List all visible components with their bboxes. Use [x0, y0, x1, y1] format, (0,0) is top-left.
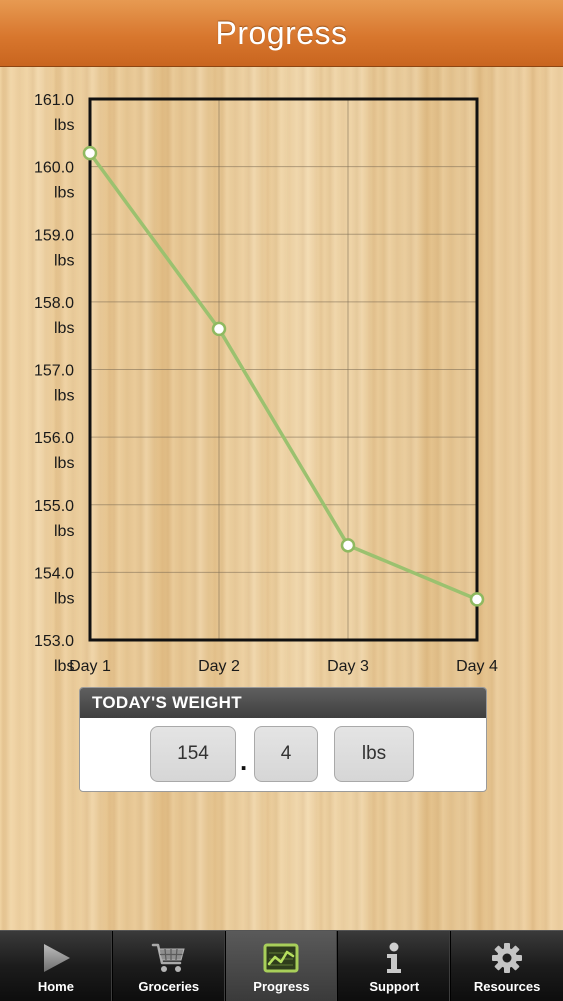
- tab-label: Support: [369, 979, 420, 994]
- data-point: [469, 592, 485, 607]
- tab-resources[interactable]: Resources: [451, 931, 563, 1001]
- cart-icon: [151, 940, 187, 976]
- y-tick-unit: lbs: [54, 252, 74, 269]
- todays-weight-title-bar: TODAY'S WEIGHT: [80, 688, 486, 718]
- info-icon: [376, 940, 412, 976]
- chart-icon: [263, 940, 299, 976]
- tab-support[interactable]: Support: [338, 931, 452, 1001]
- x-tick-label: Day 3: [327, 658, 369, 675]
- decimal-separator: .: [240, 746, 248, 776]
- tab-label: Resources: [473, 979, 541, 994]
- tab-home[interactable]: Home: [0, 931, 113, 1001]
- y-tick-label: 158.0: [34, 295, 74, 312]
- navigation-bar: Progress: [0, 0, 563, 67]
- y-tick-label: 159.0: [34, 227, 74, 244]
- data-point: [340, 538, 356, 553]
- series-line: [88, 151, 479, 602]
- weight-whole-picker[interactable]: 154: [150, 726, 236, 782]
- gear-icon: [489, 940, 525, 976]
- x-tick-label: Day 4: [456, 658, 498, 675]
- data-point: [82, 145, 98, 161]
- tab-groceries[interactable]: Groceries: [113, 931, 226, 1001]
- y-tick-label: 161.0: [34, 92, 74, 109]
- tab-progress[interactable]: Progress: [225, 931, 339, 1001]
- data-point: [211, 321, 227, 337]
- weight-progress-chart: 161.0 lbs 160.0 lbs 159.0 lbs 158.0 lbs 157.0 lbs…: [0, 66, 563, 686]
- tab-label: Progress: [253, 979, 310, 994]
- page-title: Progress: [215, 14, 348, 51]
- y-tick-label: 153.0: [34, 633, 74, 650]
- y-tick-unit: lbs: [54, 523, 74, 540]
- y-tick-unit: lbs: [54, 590, 74, 607]
- y-tick-unit: lbs: [54, 455, 74, 472]
- y-tick-label: 154.0: [34, 565, 74, 582]
- y-tick-label: 157.0: [34, 363, 74, 380]
- y-tick-label: 156.0: [34, 430, 74, 447]
- weight-fraction-picker[interactable]: 4: [254, 726, 318, 782]
- y-tick-unit: lbs: [54, 117, 74, 134]
- todays-weight-title: TODAY'S WEIGHT: [92, 693, 242, 712]
- todays-weight-panel: TODAY'S WEIGHT 154 . 4 lbs: [79, 687, 487, 792]
- y-tick-unit: lbs: [54, 388, 74, 405]
- tab-bar: Home Groceries Progress Support Resource…: [0, 930, 563, 1001]
- x-tick-label: Day 2: [198, 658, 240, 675]
- tab-label: Groceries: [138, 979, 200, 994]
- x-tick-label: Day 1: [69, 658, 111, 675]
- chart-canvas: 161.0 lbs 160.0 lbs 159.0 lbs 158.0 lbs 157.0 lbs…: [34, 92, 498, 675]
- todays-weight-body: 154 . 4 lbs: [80, 718, 486, 790]
- y-tick-label: 160.0: [34, 160, 74, 177]
- tab-label: Home: [37, 979, 74, 994]
- y-tick-unit: lbs: [54, 185, 74, 202]
- y-tick-unit: lbs: [54, 320, 74, 337]
- play-icon: [38, 940, 74, 976]
- y-tick-label: 155.0: [34, 498, 74, 515]
- weight-unit-picker[interactable]: lbs: [334, 726, 414, 782]
